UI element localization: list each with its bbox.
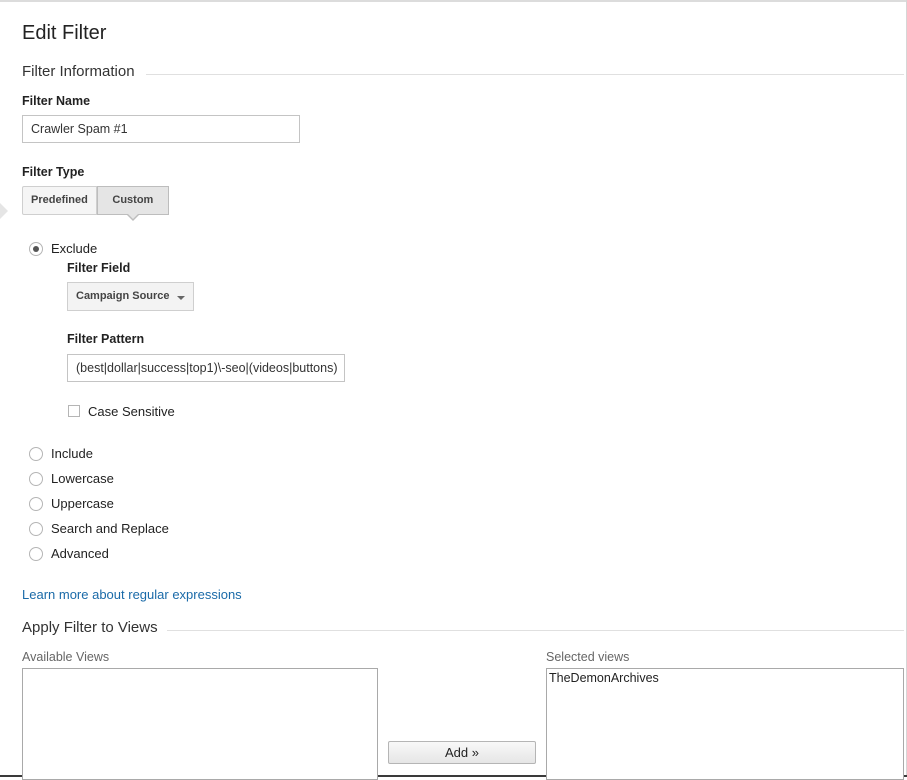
filter-field-dropdown[interactable]: Campaign Source bbox=[67, 282, 194, 311]
section-divider bbox=[167, 630, 904, 631]
learn-more-regex-link[interactable]: Learn more about regular expressions bbox=[22, 587, 242, 602]
include-label: Include bbox=[51, 446, 93, 461]
filter-pattern-label: Filter Pattern bbox=[67, 332, 145, 346]
search-replace-radio[interactable] bbox=[29, 522, 43, 536]
custom-button[interactable]: Custom bbox=[96, 186, 169, 221]
lowercase-label: Lowercase bbox=[51, 471, 114, 486]
case-sensitive-checkbox[interactable] bbox=[68, 405, 80, 417]
uppercase-label: Uppercase bbox=[51, 496, 114, 511]
exclude-label: Exclude bbox=[51, 241, 98, 256]
filter-type-label: Filter Type bbox=[22, 165, 85, 179]
filter-type-toggle: Predefined Custom bbox=[22, 186, 169, 221]
available-views-list[interactable] bbox=[22, 668, 378, 780]
case-sensitive-label: Case Sensitive bbox=[88, 404, 175, 419]
advanced-radio[interactable] bbox=[29, 547, 43, 561]
top-border bbox=[0, 0, 907, 2]
selected-views-label: Selected views bbox=[546, 650, 630, 664]
exclude-radio[interactable] bbox=[29, 242, 43, 256]
page-title: Edit Filter bbox=[22, 22, 107, 44]
advanced-label: Advanced bbox=[51, 546, 109, 561]
apply-filter-views-heading: Apply Filter to Views bbox=[22, 619, 158, 636]
available-views-label: Available Views bbox=[22, 650, 110, 664]
include-radio[interactable] bbox=[29, 447, 43, 461]
chevron-down-icon bbox=[177, 296, 185, 300]
uppercase-radio[interactable] bbox=[29, 497, 43, 511]
filter-name-input[interactable]: Crawler Spam #1 bbox=[22, 115, 300, 143]
filter-field-label: Filter Field bbox=[67, 261, 131, 275]
filter-field-value: Campaign Source bbox=[76, 290, 170, 302]
filter-information-heading: Filter Information bbox=[22, 63, 135, 80]
lowercase-radio[interactable] bbox=[29, 472, 43, 486]
search-replace-label: Search and Replace bbox=[51, 521, 169, 536]
list-item[interactable]: TheDemonArchives bbox=[547, 669, 903, 687]
selected-views-list[interactable]: TheDemonArchives bbox=[546, 668, 904, 780]
filter-name-label: Filter Name bbox=[22, 94, 91, 108]
radio-selected-dot bbox=[33, 246, 39, 252]
filter-pattern-input[interactable]: (best|dollar|success|top1)\-seo|(videos|… bbox=[67, 354, 345, 382]
section-divider bbox=[146, 74, 904, 75]
predefined-button[interactable]: Predefined bbox=[22, 186, 97, 215]
add-view-button[interactable]: Add » bbox=[388, 741, 536, 764]
left-pointer-marker bbox=[0, 203, 8, 219]
